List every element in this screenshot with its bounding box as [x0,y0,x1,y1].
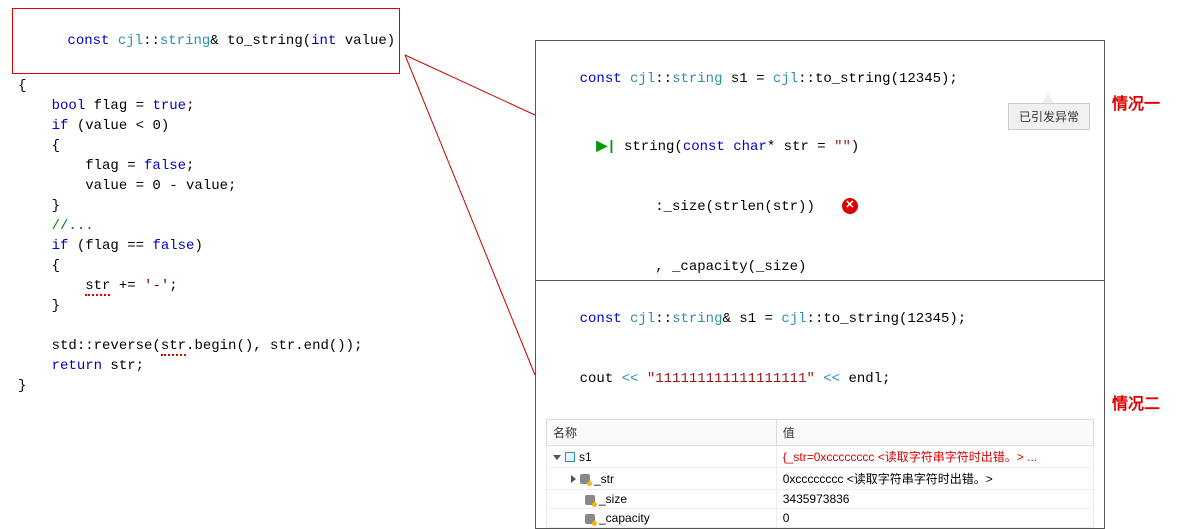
p1-ptr: * [767,139,775,155]
var-str-squig2: str [161,338,186,356]
var-flag: flag [94,98,128,114]
kw-if: if [52,118,69,134]
p2-ns: cjl [630,311,655,327]
ns-cjl: cjl [118,33,143,49]
left-code-editor: const cjl::string& to_string(int value) … [8,8,508,396]
kw-true: true [152,98,186,114]
p2-endl: endl [849,371,883,387]
kw-false: false [144,158,186,174]
p1-const: const [580,71,622,87]
kw-return: return [52,358,102,374]
watch-val-cap: 0 [776,509,1093,528]
fn-to-string: to_string [227,33,303,49]
watch-name-size: _size [599,492,627,506]
cond2-open: (flag == [77,238,153,254]
panel-case2: const cjl::string& s1 = cjl::to_string(1… [535,280,1105,529]
p1-callns: cjl [773,71,798,87]
param-value: value [345,33,387,49]
tooltip-pointer [1042,93,1054,103]
semi: ; [169,278,177,294]
reverse-rest: .begin(), str.end()); [186,338,362,354]
p2-cout: cout [580,371,614,387]
op-eq: = [136,98,144,114]
label-case1: 情况一 [1112,90,1160,114]
p1-ns: cjl [630,71,655,87]
p1-ctor: string [624,139,674,155]
watch-row-str[interactable]: _str 0xcccccccc <读取字符串字符时出错。> [547,468,1094,490]
watch-row-s1[interactable]: s1 {_str=0xcccccccc <读取字符串字符时出错。> ... [547,446,1094,468]
label-case2: 情况二 [1112,390,1160,414]
watch-row-size[interactable]: _size 3435973836 [547,490,1094,509]
signature-box: const cjl::string& to_string(int value) [12,8,400,74]
p1-cparen: ) [851,139,859,155]
p2-var: s1 [739,311,756,327]
watch-name-cap: _capacity [599,511,650,525]
expand-icon[interactable] [571,475,576,483]
p1-default: "" [834,139,851,155]
p1-param: str [784,139,809,155]
col-value[interactable]: 值 [776,420,1093,446]
exception-tooltip: 已引发异常 [1008,103,1090,130]
col-name[interactable]: 名称 [547,420,777,446]
watch-val-s1: {_str=0xcccccccc <读取字符串字符时出错。> ... [776,446,1093,468]
kw-if2: if [52,238,69,254]
kw-const: const [67,33,109,49]
field-icon [580,474,590,484]
assign-flag: flag = [85,158,144,174]
p1-c2: const [683,139,725,155]
p2-callfn: to_string [823,311,899,327]
watch-val-size: 3435973836 [776,490,1093,509]
watch-window[interactable]: 名称 值 s1 {_str=0xcccccccc <读取字符串字符时出错。> .… [546,419,1094,528]
p1-callfn: to_string [815,71,891,87]
watch-row-capacity[interactable]: _capacity 0 [547,509,1094,528]
watch-name-str: _str [594,472,614,486]
p2-callns: cjl [781,311,806,327]
type-string: string [160,33,210,49]
p1-eq: = [756,71,764,87]
amp: & [210,33,218,49]
p2-strlit: "111111111111111111" [647,371,815,387]
expand-icon[interactable] [553,455,561,460]
p1-eq2: = [817,139,825,155]
p2-eq: = [765,311,773,327]
watch-val-str: 0xcccccccc <读取字符串字符时出错。> [776,468,1093,490]
assign-neg: value = 0 - value; [85,178,236,194]
kw-bool: bool [52,98,86,114]
watch-name-s1: s1 [579,450,592,464]
var-str-squig: str [85,278,110,296]
field-icon [585,495,595,505]
p1-paren: ( [674,139,682,155]
p2-op2: << [823,371,840,387]
op-pluseq: += [110,278,144,294]
p1-arg: 12345 [899,71,941,87]
p1-type: string [672,71,722,87]
p1-char: char [733,139,767,155]
p1-var: s1 [731,71,748,87]
char-dash: '-' [144,278,169,294]
comment-ellipsis: //... [52,218,94,234]
p2-arg: 12345 [907,311,949,327]
debug-current-arrow-icon: ▶| [596,139,615,155]
object-icon [565,452,575,462]
p2-op1: << [622,371,639,387]
p2-const: const [580,311,622,327]
kw-false2: false [152,238,194,254]
exception-error-icon[interactable]: ✕ [842,198,858,214]
cond1: (value < 0) [77,118,169,134]
p2-amp: & [722,311,730,327]
p1-init-size: :_size(strlen(str)) [655,199,815,215]
reverse-call: std::reverse( [52,338,161,354]
kw-int: int [311,33,336,49]
ret-str: str; [102,358,144,374]
p2-type: string [672,311,722,327]
field-icon [585,514,595,524]
p1-init-cap: , _capacity(_size) [655,259,806,275]
